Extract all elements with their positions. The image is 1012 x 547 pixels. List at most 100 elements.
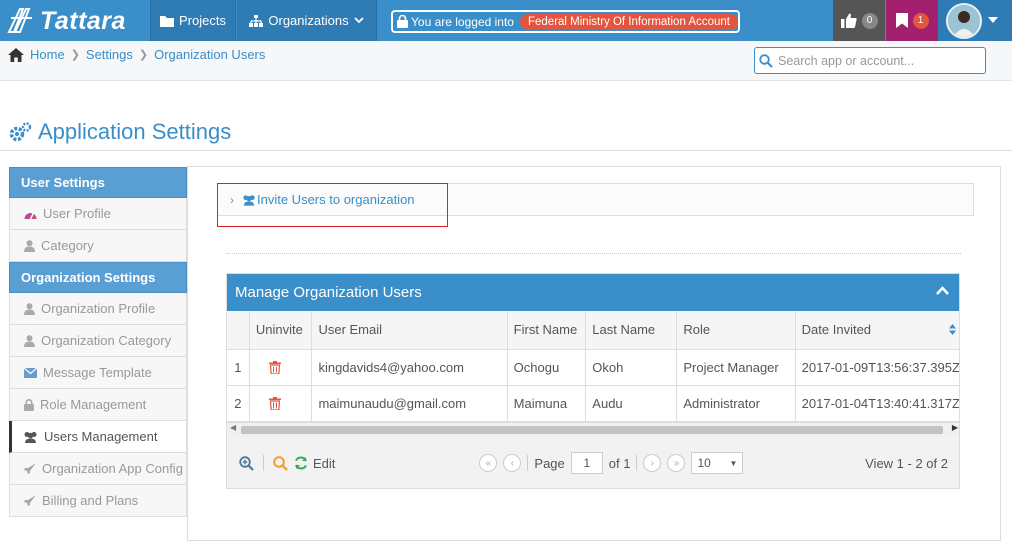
page-label: Page [534,455,565,471]
sidebar-item-label: Users Management [44,429,158,444]
sidebar-heading-user-settings: User Settings [9,167,187,198]
sidebar-item-label: User Profile [43,206,111,221]
scroll-left-icon[interactable]: ◀ [230,423,236,432]
page-title-text: Application Settings [38,119,232,144]
pagination: « ‹ Page 1 of 1 › » 10 ▼ [479,452,744,474]
dashboard-icon [24,212,37,219]
column-header-date-invited[interactable]: Date Invited [795,311,959,350]
app-logo[interactable]: Tattara [6,4,148,38]
search-icon[interactable] [273,455,288,471]
avatar [946,2,982,39]
first-page-button[interactable]: « [479,454,498,472]
refresh-icon[interactable] [294,456,308,470]
date-invited-cell: 2017-01-09T13:56:37.395Z [795,349,959,386]
divider [226,253,961,254]
sidebar-item-label: Category [41,238,94,253]
prev-page-button[interactable]: ‹ [503,454,522,472]
trash-icon[interactable] [268,396,281,410]
logged-in-indicator[interactable]: You are logged into Federal Ministry Of … [391,10,740,33]
column-header-user-email[interactable]: User Email [311,311,508,350]
gears-icon [9,122,32,142]
uninvite-cell [249,385,313,422]
page-total: of 1 [608,455,631,471]
account-badge: Federal Ministry Of Information Account [519,13,738,30]
sidebar-item-message-template[interactable]: Message Template [9,357,187,389]
nav-projects-label: Projects [179,13,226,28]
divider [263,455,264,471]
last-name-cell: Audu [585,385,678,422]
user-menu[interactable] [938,0,1012,41]
lock-icon [24,398,34,411]
role-cell: Administrator [676,385,796,422]
page-title: Application Settings [8,119,231,145]
row-number: 2 [227,385,250,422]
last-name-cell: Okoh [585,349,678,386]
sidebar-item-user-profile[interactable]: User Profile [9,198,187,230]
user-photo-icon [948,4,980,37]
sidebar-item-organization-app-config[interactable]: Organization App Config [9,453,187,485]
email-cell: kingdavids4@yahoo.com [311,349,508,386]
edit-button[interactable]: Edit [313,456,335,471]
view-records-info: View 1 - 2 of 2 [865,455,948,471]
column-header-last-name[interactable]: Last Name [585,311,678,350]
collapse-icon[interactable] [936,286,949,295]
table-row[interactable]: 2 maimunaudu@gmail.com Maimuna Audu Admi… [227,385,959,422]
breadcrumb-home[interactable]: Home [30,47,65,62]
thumbs-up-icon [840,13,857,28]
sidebar-item-organization-category[interactable]: Organization Category [9,325,187,357]
user-icon [24,334,35,347]
sidebar-item-users-management[interactable]: Users Management [9,421,187,453]
page-size-select[interactable]: 10 ▼ [691,452,744,474]
horizontal-scrollbar[interactable]: ◀ ▶ [227,422,959,436]
logo-icon [7,8,32,33]
caret-down-icon: ▼ [729,458,738,468]
grid-header: Manage Organization Users [227,274,959,311]
flags-count: 1 [912,12,929,29]
table-row[interactable]: 1 kingdavids4@yahoo.com Ochogu Okoh Proj… [227,349,959,386]
settings-sidebar: User Settings User Profile Category Orga… [9,167,187,520]
sitemap-icon [249,14,264,27]
likes-notification[interactable]: 0 [833,0,885,41]
page-number-input[interactable]: 1 [570,452,603,474]
column-header-first-name[interactable]: First Name [507,311,587,350]
grid-title: Manage Organization Users [235,284,422,301]
table-header-row: Uninvite User Email First Name Last Name… [227,311,959,350]
search-input[interactable]: Search app or account... [754,47,986,74]
app-name: Tattara [40,6,126,35]
next-page-button[interactable]: › [643,454,662,472]
column-header-uninvite[interactable]: Uninvite [249,311,313,350]
column-header-role[interactable]: Role [676,311,796,350]
trash-icon[interactable] [268,360,281,374]
sidebar-item-label: Organization App Config [42,461,183,476]
lock-icon [397,15,408,28]
last-page-button[interactable]: » [667,454,686,472]
sort-icon [949,324,956,335]
zoom-in-icon[interactable] [239,455,254,471]
scrollbar-thumb[interactable] [241,426,943,434]
sidebar-item-category[interactable]: Category [9,230,187,262]
nav-projects[interactable]: Projects [150,0,236,41]
sidebar-item-organization-profile[interactable]: Organization Profile [9,293,187,325]
role-cell: Project Manager [676,349,796,386]
rocket-icon [24,494,36,506]
highlight-box [217,183,448,227]
home-icon[interactable] [8,47,24,62]
scroll-right-icon[interactable]: ▶ [952,423,958,432]
flags-notification[interactable]: 1 [886,0,938,41]
row-number: 1 [227,349,250,386]
chevron-right-icon: ❯ [70,49,80,61]
sidebar-item-billing-and-plans[interactable]: Billing and Plans [9,485,187,517]
breadcrumb-current[interactable]: Organization Users [154,47,265,62]
user-icon [24,239,35,252]
uninvite-cell [249,349,313,386]
search-placeholder: Search app or account... [778,53,915,68]
likes-count: 0 [861,12,878,29]
login-prefix: You are logged into [411,14,514,29]
nav-organizations[interactable]: Organizations [237,0,377,41]
rocket-icon [24,462,36,474]
sidebar-item-role-management[interactable]: Role Management [9,389,187,421]
breadcrumb-settings[interactable]: Settings [86,47,133,62]
breadcrumb-bar: Home ❯ Settings ❯ Organization Users Sea… [0,41,1012,81]
search-icon [759,53,773,68]
breadcrumb: Home ❯ Settings ❯ Organization Users [8,47,265,62]
